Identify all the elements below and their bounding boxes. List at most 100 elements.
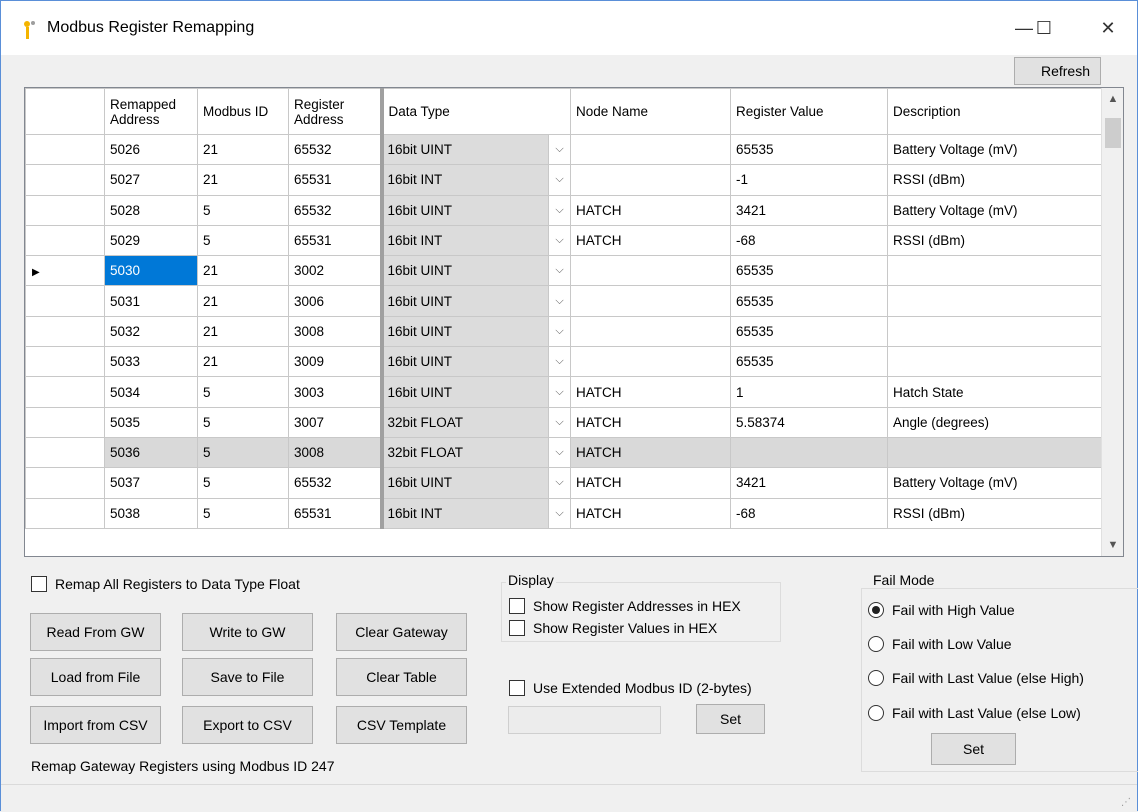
register-value-cell[interactable]: 5.58374 [730, 406, 888, 438]
export-to-csv-button[interactable]: Export to CSV [182, 706, 313, 744]
description-cell[interactable]: RSSI (dBm) [887, 497, 1102, 529]
fail-mode-radio-last-high[interactable] [868, 670, 884, 686]
table-row[interactable]: 5026 21 65532 16bit UINT ⌵ 65535 Battery Volta… [25, 133, 1102, 166]
register-address-cell[interactable]: 3003 [288, 376, 382, 408]
grid-vertical-scrollbar[interactable]: ▲ ▼ [1101, 88, 1123, 556]
remapped-address-cell[interactable]: 5032 [104, 315, 198, 348]
node-name-cell[interactable] [570, 285, 731, 317]
register-value-cell[interactable]: -1 [730, 164, 888, 196]
node-name-cell[interactable]: HATCH [570, 224, 731, 257]
set-extended-id-button[interactable]: Set [696, 704, 765, 734]
register-address-cell[interactable]: 65531 [288, 224, 382, 257]
data-type-cell[interactable]: 16bit UINT ⌵ [379, 376, 571, 408]
save-to-file-button[interactable]: Save to File [182, 658, 313, 696]
set-fail-mode-button[interactable]: Set [931, 733, 1016, 765]
modbus-id-cell[interactable]: 5 [197, 467, 289, 499]
table-row[interactable]: 5027 21 65531 16bit INT ⌵ -1 RSSI (dBm) [25, 164, 1102, 196]
row-header[interactable] [25, 497, 105, 529]
row-header[interactable] [25, 436, 105, 469]
show-values-hex-option[interactable]: Show Register Values in HEX [509, 620, 717, 636]
modbus-id-cell[interactable]: 5 [197, 497, 289, 529]
description-cell[interactable] [887, 346, 1102, 378]
chevron-down-icon[interactable]: ⌵ [548, 408, 570, 437]
data-type-cell[interactable]: 16bit UINT ⌵ [379, 194, 571, 226]
show-values-hex-checkbox[interactable] [509, 620, 525, 636]
row-header[interactable] [25, 467, 105, 499]
resize-grip-icon[interactable]: ⋰ [1121, 797, 1131, 808]
register-address-cell[interactable]: 65532 [288, 133, 382, 166]
remap-all-float-option[interactable]: Remap All Registers to Data Type Float [31, 576, 300, 592]
register-value-cell[interactable]: 1 [730, 376, 888, 408]
csv-template-button[interactable]: CSV Template [336, 706, 467, 744]
clear-gateway-button[interactable]: Clear Gateway [336, 613, 467, 651]
row-header[interactable] [25, 194, 105, 226]
remapped-address-cell[interactable]: 5029 [104, 224, 198, 257]
write-to-gw-button[interactable]: Write to GW [182, 613, 313, 651]
description-cell[interactable]: RSSI (dBm) [887, 224, 1102, 257]
register-value-cell[interactable]: 65535 [730, 346, 888, 378]
extended-modbus-id-checkbox[interactable] [509, 680, 525, 696]
node-name-cell[interactable] [570, 164, 731, 196]
description-cell[interactable]: Battery Voltage (mV) [887, 467, 1102, 499]
node-name-cell[interactable] [570, 315, 731, 348]
chevron-down-icon[interactable]: ⌵ [548, 286, 570, 316]
fail-mode-option-high[interactable]: Fail with High Value [868, 602, 1015, 618]
description-cell[interactable] [887, 285, 1102, 317]
data-type-cell[interactable]: 16bit UINT ⌵ [379, 255, 571, 287]
node-name-cell[interactable]: HATCH [570, 497, 731, 529]
remapped-address-cell[interactable]: 5026 [104, 133, 198, 166]
remap-all-float-checkbox[interactable] [31, 576, 47, 592]
column-header-modbus-id[interactable]: Modbus ID [197, 88, 289, 135]
chevron-down-icon[interactable]: ⌵ [548, 377, 570, 407]
table-row[interactable]: 5031 21 3006 16bit UINT ⌵ 65535 [25, 285, 1102, 317]
remapped-address-cell[interactable]: 5033 [104, 346, 198, 378]
register-value-cell[interactable]: -68 [730, 224, 888, 257]
register-address-cell[interactable]: 65531 [288, 497, 382, 529]
remapped-address-cell[interactable]: 5034 [104, 376, 198, 408]
column-header-register-value[interactable]: Register Value [730, 88, 888, 135]
node-name-cell[interactable]: HATCH [570, 467, 731, 499]
data-type-cell[interactable]: 16bit UINT ⌵ [379, 133, 571, 166]
extended-modbus-id-option[interactable]: Use Extended Modbus ID (2-bytes) [509, 680, 752, 696]
node-name-cell[interactable]: HATCH [570, 194, 731, 226]
node-name-cell[interactable]: HATCH [570, 436, 731, 469]
remapped-address-cell[interactable]: 5038 [104, 497, 198, 529]
column-header-description[interactable]: Description [887, 88, 1102, 135]
register-value-cell[interactable]: 65535 [730, 133, 888, 166]
remapped-address-cell[interactable]: 5030 [104, 255, 198, 287]
table-row[interactable]: 5036 5 3008 32bit FLOAT ⌵ HATCH [25, 436, 1102, 469]
data-type-cell[interactable]: 16bit UINT ⌵ [379, 346, 571, 378]
row-header[interactable] [25, 133, 105, 166]
row-header[interactable] [25, 346, 105, 378]
row-header[interactable]: ▶ [25, 255, 105, 287]
data-type-cell[interactable]: 16bit UINT ⌵ [379, 315, 571, 348]
fail-mode-radio-low[interactable] [868, 636, 884, 652]
remapped-address-cell[interactable]: 5036 [104, 436, 198, 469]
register-address-cell[interactable]: 3009 [288, 346, 382, 378]
fail-mode-option-last-low[interactable]: Fail with Last Value (else Low) [868, 705, 1081, 721]
table-row[interactable]: 5033 21 3009 16bit UINT ⌵ 65535 [25, 346, 1102, 378]
description-cell[interactable]: Battery Voltage (mV) [887, 194, 1102, 226]
column-header-data-type[interactable]: Data Type [379, 88, 571, 135]
data-type-cell[interactable]: 16bit INT ⌵ [379, 164, 571, 196]
scroll-thumb[interactable] [1105, 118, 1121, 148]
chevron-down-icon[interactable]: ⌵ [548, 347, 570, 376]
title-bar[interactable]: Modbus Register Remapping — ☐ ✕ [1, 1, 1137, 55]
chevron-down-icon[interactable]: ⌵ [548, 226, 570, 255]
row-header[interactable] [25, 376, 105, 408]
description-cell[interactable]: Angle (degrees) [887, 406, 1102, 438]
remapped-address-cell[interactable]: 5031 [104, 285, 198, 317]
modbus-id-cell[interactable]: 5 [197, 194, 289, 226]
modbus-id-cell[interactable]: 5 [197, 406, 289, 438]
remapped-address-cell[interactable]: 5028 [104, 194, 198, 226]
data-type-cell[interactable]: 32bit FLOAT ⌵ [379, 406, 571, 438]
chevron-down-icon[interactable]: ⌵ [548, 196, 570, 225]
data-type-cell[interactable]: 16bit INT ⌵ [379, 224, 571, 257]
scroll-up-icon[interactable]: ▲ [1102, 88, 1123, 110]
register-address-cell[interactable]: 65532 [288, 467, 382, 499]
description-cell[interactable]: Battery Voltage (mV) [887, 133, 1102, 166]
node-name-cell[interactable]: HATCH [570, 406, 731, 438]
modbus-id-cell[interactable]: 21 [197, 285, 289, 317]
close-button[interactable]: ✕ [1085, 1, 1131, 55]
fail-mode-radio-last-low[interactable] [868, 705, 884, 721]
